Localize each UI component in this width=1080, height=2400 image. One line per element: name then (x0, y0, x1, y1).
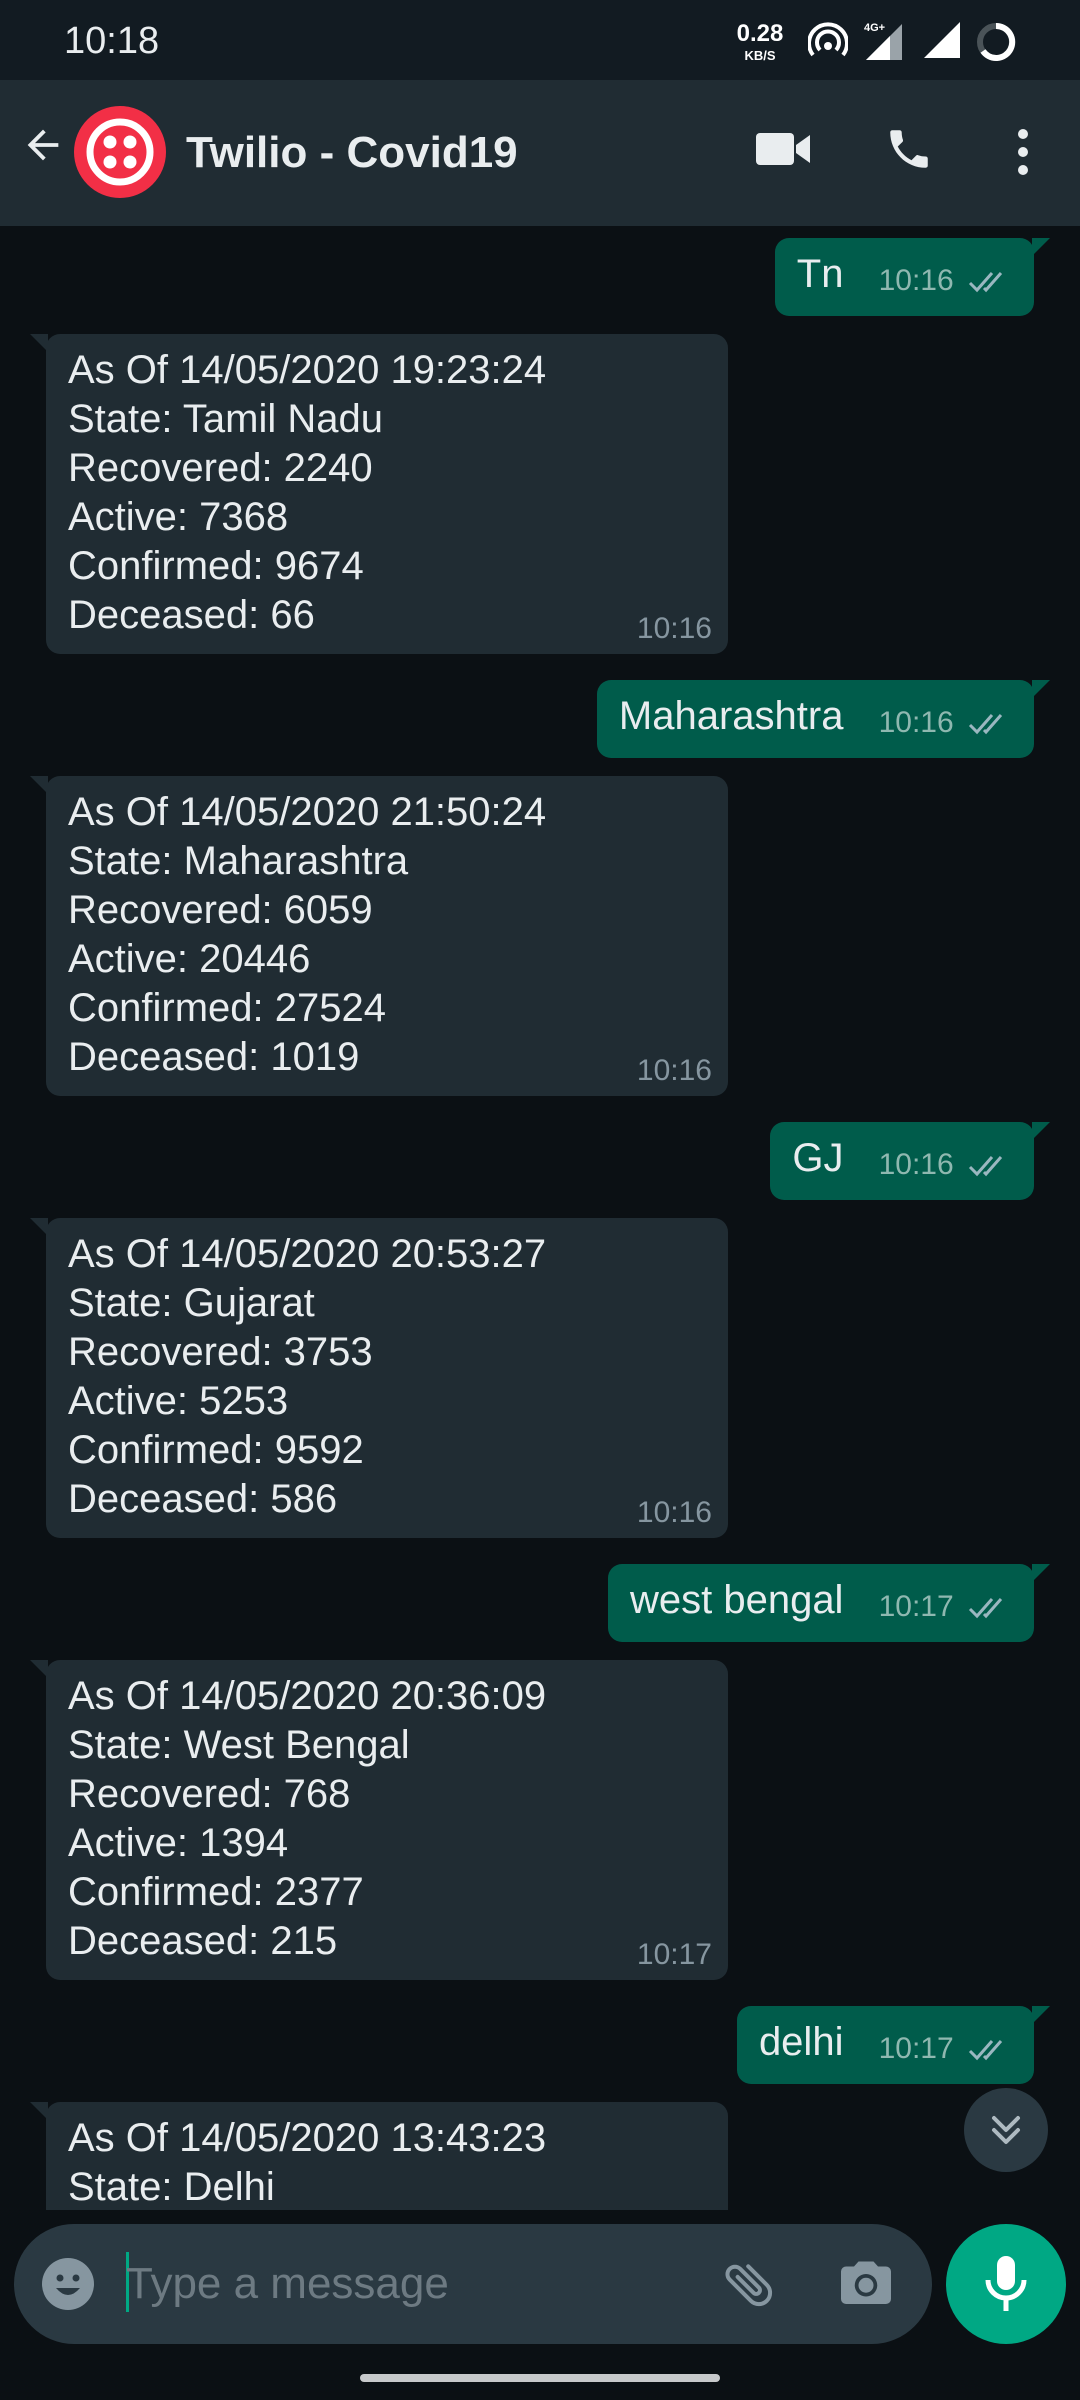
message-line: State: West Bengal (68, 1723, 410, 1767)
phone-icon[interactable] (884, 124, 934, 174)
message-text: Tn (796, 252, 844, 296)
paperclip-icon[interactable] (720, 2254, 780, 2314)
incoming-message[interactable]: As Of 14/05/2020 19:23:24 State: Tamil N… (30, 334, 728, 654)
message-time: 10:16 (878, 264, 954, 297)
message-text: delhi (758, 2020, 844, 2064)
message-line: Confirmed: 2377 (68, 1870, 364, 1914)
message-line: State: Gujarat (68, 1281, 315, 1325)
message-time: 10:17 (636, 1938, 712, 1971)
double-check-icon (968, 1598, 1003, 1619)
message-line: Confirmed: 9674 (68, 544, 364, 588)
twilio-logo-icon (86, 118, 154, 186)
microphone-icon (985, 2256, 1027, 2311)
message-meta: 10:17 (879, 2034, 1012, 2064)
incoming-message[interactable]: As Of 14/05/2020 20:53:27 State: Gujarat… (30, 1218, 728, 1538)
message-line: As Of 14/05/2020 13:43:23 (68, 2116, 547, 2160)
arrow-left-icon[interactable] (20, 122, 66, 168)
message-time: 10:17 (878, 1590, 954, 1623)
double-check-icon (968, 1156, 1003, 1177)
chat-title[interactable]: Twilio - Covid19 (186, 128, 518, 178)
message-line: State: Maharashtra (68, 839, 409, 883)
message-list[interactable]: Tn 10:16 As Of 14/05/2020 19:23:24 State… (0, 226, 1080, 2210)
incoming-message[interactable]: As Of 14/05/2020 13:43:23 State: Delhi (30, 2102, 728, 2210)
incoming-message[interactable]: As Of 14/05/2020 21:50:24 State: Maharas… (30, 776, 728, 1096)
message-line: Recovered: 3753 (68, 1330, 373, 1374)
message-line: Deceased: 586 (68, 1477, 338, 1521)
message-line: As Of 14/05/2020 20:36:09 (68, 1674, 547, 1718)
double-check-icon (968, 2040, 1003, 2061)
message-composer (14, 2224, 932, 2344)
message-input[interactable] (126, 2248, 686, 2320)
double-check-icon (968, 714, 1003, 735)
video-camera-icon[interactable] (754, 127, 812, 171)
message-line: Deceased: 1019 (68, 1035, 360, 1079)
avatar[interactable] (74, 106, 166, 198)
more-vertical-icon[interactable] (1006, 126, 1040, 178)
message-line: Deceased: 66 (68, 593, 315, 637)
outgoing-message[interactable]: Maharashtra 10:16 (596, 680, 1050, 758)
mobile-signal-icon: 4G+ (864, 22, 902, 60)
message-line: As Of 14/05/2020 19:23:24 (68, 348, 547, 392)
home-gesture-handle[interactable] (360, 2374, 720, 2382)
message-text: GJ (792, 1136, 844, 1180)
battery-icon (977, 22, 1016, 61)
message-line: Recovered: 2240 (68, 446, 373, 490)
message-line: Deceased: 215 (68, 1919, 338, 1963)
status-time: 10:18 (64, 20, 160, 62)
message-time: 10:16 (878, 706, 954, 739)
message-time: 10:17 (878, 2032, 954, 2065)
message-line: Active: 20446 (68, 937, 311, 981)
message-line: Recovered: 6059 (68, 888, 373, 932)
camera-icon[interactable] (836, 2254, 896, 2314)
message-line: Recovered: 768 (68, 1772, 351, 1816)
message-time: 10:16 (878, 1148, 954, 1181)
outgoing-message[interactable]: west bengal 10:17 (607, 1564, 1050, 1642)
double-check-icon (968, 272, 1003, 293)
outgoing-message[interactable]: Tn 10:16 (774, 238, 1050, 316)
system-nav-bar (0, 2358, 1080, 2400)
signal-icon (924, 22, 960, 58)
message-meta: 10:16 (879, 266, 1012, 296)
message-meta: 10:16 (879, 708, 1012, 738)
message-line: As Of 14/05/2020 21:50:24 (68, 790, 547, 834)
outgoing-message[interactable]: GJ 10:16 (770, 1122, 1050, 1200)
message-line: Confirmed: 27524 (68, 986, 386, 1030)
message-time: 10:16 (636, 1054, 712, 1087)
hotspot-icon (808, 22, 848, 57)
network-speed-value: 0.28 (736, 20, 784, 47)
network-type-label: 4G+ (864, 22, 885, 34)
network-speed: 0.28 KB/S (728, 20, 792, 63)
outgoing-message[interactable]: delhi 10:17 (736, 2006, 1050, 2084)
message-meta: 10:17 (879, 1592, 1012, 1622)
message-time: 10:16 (636, 612, 712, 645)
message-line: Active: 1394 (68, 1821, 289, 1865)
message-line: Active: 7368 (68, 495, 289, 539)
double-chevron-down-icon (992, 2116, 1020, 2144)
message-text: west bengal (629, 1578, 844, 1622)
message-meta: 10:16 (879, 1150, 1012, 1180)
emoji-icon[interactable] (40, 2256, 96, 2312)
message-time: 10:16 (636, 1496, 712, 1529)
voice-record-button[interactable] (946, 2224, 1066, 2344)
message-line: Active: 5253 (68, 1379, 289, 1423)
network-speed-unit: KB/S (744, 48, 776, 63)
message-text: Maharashtra (618, 694, 844, 738)
message-line: State: Delhi (68, 2165, 275, 2209)
message-line: Confirmed: 9592 (68, 1428, 364, 1472)
incoming-message[interactable]: As Of 14/05/2020 20:36:09 State: West Be… (30, 1660, 728, 1980)
scroll-to-bottom-button[interactable] (964, 2088, 1048, 2172)
message-line: State: Tamil Nadu (68, 397, 383, 441)
message-line: As Of 14/05/2020 20:53:27 (68, 1232, 547, 1276)
status-bar: 10:18 0.28 KB/S 4G+ (0, 0, 1080, 80)
chat-header: Twilio - Covid19 (0, 80, 1080, 226)
